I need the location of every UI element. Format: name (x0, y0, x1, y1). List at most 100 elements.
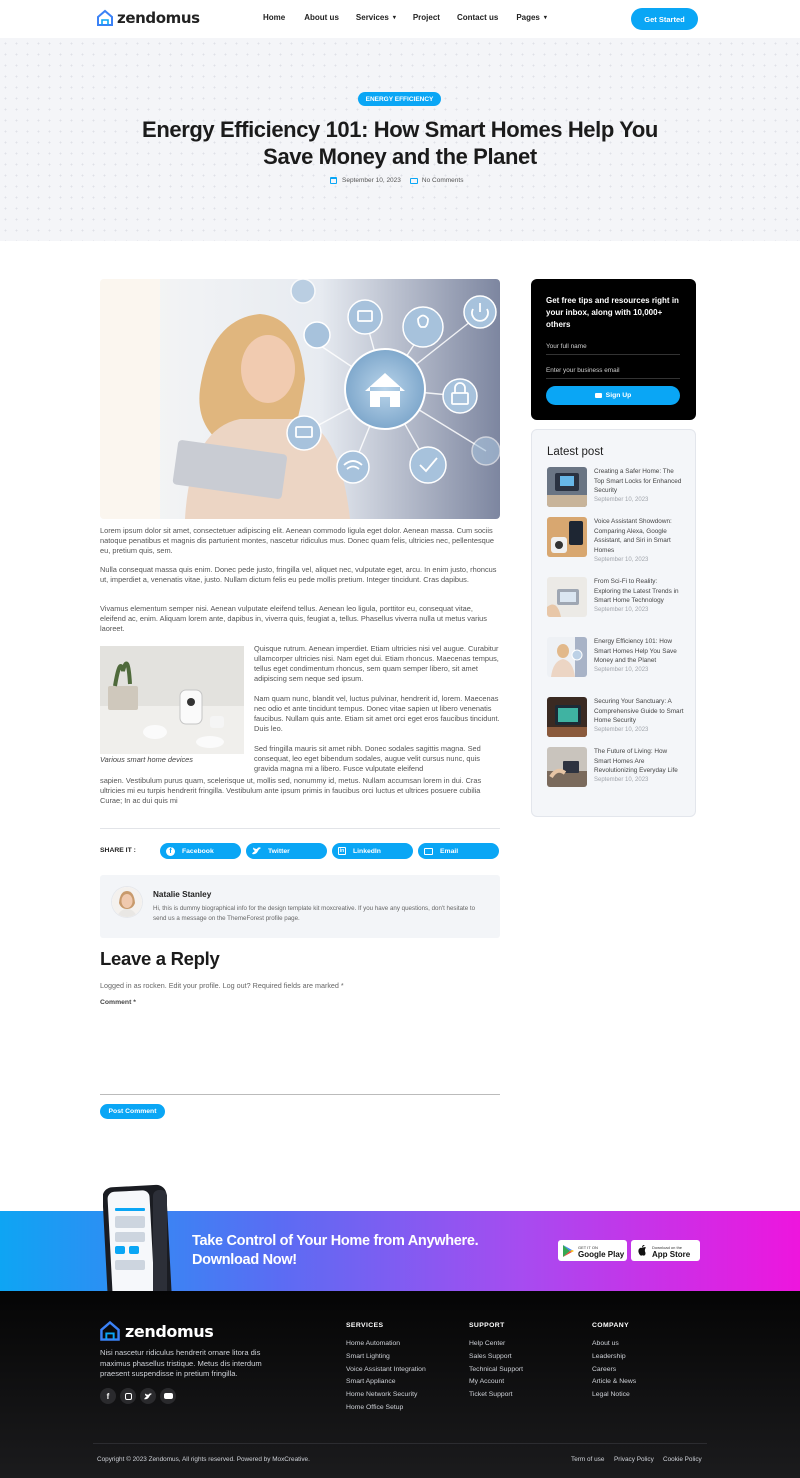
calendar-icon (330, 177, 337, 184)
footer-link[interactable]: Technical Support (469, 1366, 523, 1373)
footer-link[interactable]: Smart Lighting (346, 1353, 390, 1360)
nav-about[interactable]: About us (304, 13, 339, 22)
share-facebook-button[interactable]: f Facebook (160, 843, 241, 859)
footer-link[interactable]: Voice Assistant Integration (346, 1366, 426, 1373)
chevron-down-icon: ▾ (392, 15, 396, 21)
twitter-social-button[interactable] (140, 1388, 156, 1404)
nav-contact[interactable]: Contact us (457, 13, 498, 22)
copyright: Copyright © 2023 Zendomus, All rights re… (97, 1456, 310, 1463)
get-started-button[interactable]: Get Started (631, 8, 698, 30)
footer-description: Nisi nascetur ridiculus hendrerit ornare… (100, 1348, 262, 1378)
newsletter-box: Get free tips and resources right in you… (531, 279, 696, 420)
footer-link[interactable]: Home Automation (346, 1340, 400, 1347)
footer-link[interactable]: Help Center (469, 1340, 505, 1347)
smart-home-illustration (100, 279, 500, 519)
logged-in-text: Logged in as rocken. Edit your profile. … (100, 981, 344, 990)
footer-link[interactable]: Sales Support (469, 1353, 512, 1360)
footer-link[interactable]: Careers (592, 1366, 616, 1373)
post-title-line2: Save Money and the Planet (263, 144, 537, 169)
youtube-icon (163, 1393, 173, 1399)
latest-post-date: September 10, 2023 (594, 556, 649, 563)
full-name-input[interactable] (546, 339, 680, 355)
google-play-big: Google Play (578, 1249, 625, 1259)
cookie-link[interactable]: Cookie Policy (663, 1456, 702, 1463)
facebook-social-button[interactable]: f (100, 1388, 116, 1404)
footer-link[interactable]: Home Office Setup (346, 1404, 403, 1411)
logo[interactable]: zendomus (96, 9, 200, 27)
inline-image (100, 646, 244, 754)
share-twitter-label: Twitter (268, 847, 290, 855)
footer-link[interactable]: Leadership (592, 1353, 626, 1360)
latest-post-item[interactable]: Securing Your Sanctuary: A Comprehensive… (547, 697, 687, 739)
post-thumbnail (547, 577, 587, 617)
post-title: Securing Your Sanctuary: A Comprehensive… (594, 697, 684, 735)
article-paragraph: Sed fringilla mauris sit amet nibh. Done… (254, 744, 481, 773)
post-thumbnail-image (547, 517, 587, 557)
post-thumbnail (547, 517, 587, 557)
footer-link[interactable]: My Account (469, 1378, 504, 1385)
terms-link[interactable]: Term of use (571, 1456, 604, 1463)
nav-project[interactable]: Project (413, 13, 440, 22)
latest-post-item[interactable]: Energy Efficiency 101: How Smart Homes H… (547, 637, 687, 679)
post-thumbnail-image (547, 637, 587, 677)
post-thumbnail (547, 747, 587, 787)
latest-title: Latest post (547, 446, 604, 458)
latest-post-title: Securing Your Sanctuary: A Comprehensive… (594, 698, 684, 725)
author-name: Natalie Stanley (153, 890, 212, 899)
email-icon (424, 847, 433, 855)
footer-link[interactable]: Smart Appliance (346, 1378, 396, 1385)
footer-link[interactable]: Article & News (592, 1378, 636, 1385)
smart-devices-photo (100, 646, 244, 754)
instagram-social-button[interactable] (120, 1388, 136, 1404)
article-paragraph: Quisque rutrum. Aenean imperdiet. Etiam … (254, 644, 499, 683)
article-paragraph: sapien. Vestibulum purus quam, scelerisq… (100, 776, 482, 805)
footer-link[interactable]: About us (592, 1340, 619, 1347)
post-title: Energy Efficiency 101: How Smart Homes H… (594, 637, 684, 675)
nav-services[interactable]: Services ▾ (356, 13, 396, 22)
post-comment-button[interactable]: Post Comment (100, 1104, 165, 1119)
author-avatar (112, 887, 142, 917)
share-linkedin-button[interactable]: in LinkedIn (332, 843, 413, 859)
reply-title: Leave a Reply (100, 948, 220, 969)
divider (100, 828, 500, 829)
category-badge[interactable]: ENERGY EFFICIENCY (358, 92, 441, 106)
footer-link[interactable]: Ticket Support (469, 1391, 513, 1398)
footer-logo[interactable]: zendomus (99, 1320, 214, 1342)
nav-pages[interactable]: Pages ▾ (516, 13, 547, 22)
comment-icon (409, 177, 418, 184)
phone-image (103, 1184, 173, 1291)
google-play-button[interactable]: GET IT ON Google Play (558, 1240, 627, 1261)
latest-post-item[interactable]: From Sci-Fi to Reality: Exploring the La… (547, 577, 687, 619)
share-twitter-button[interactable]: Twitter (246, 843, 327, 859)
twitter-icon (252, 847, 261, 855)
comments-link[interactable]: No Comments (422, 177, 464, 184)
house-logo-icon (100, 1320, 120, 1341)
comment-textarea[interactable] (100, 1011, 500, 1095)
post-title: Voice Assistant Showdown: Comparing Alex… (594, 517, 684, 565)
article-paragraph: Lorem ipsum dolor sit amet, consectetuer… (100, 526, 494, 555)
post-thumbnail-image (547, 747, 587, 787)
app-store-button[interactable]: Download on the App Store (631, 1240, 700, 1261)
post-thumbnail (547, 637, 587, 677)
google-play-icon (563, 1244, 574, 1257)
privacy-link[interactable]: Privacy Policy (614, 1456, 654, 1463)
post-title: From Sci-Fi to Reality: Exploring the La… (594, 577, 684, 615)
instagram-icon (124, 1392, 132, 1400)
youtube-social-button[interactable] (160, 1388, 176, 1404)
sign-up-button[interactable]: Sign Up (546, 386, 680, 405)
footer-link[interactable]: Home Network Security (346, 1391, 417, 1398)
share-email-button[interactable]: Email (418, 843, 499, 859)
logo-text: zendomus (117, 9, 200, 27)
latest-post-date: September 10, 2023 (594, 607, 649, 614)
latest-post-item[interactable]: Creating a Safer Home: The Top Smart Loc… (547, 467, 687, 509)
latest-post-item[interactable]: The Future of Living: How Smart Homes Ar… (547, 747, 687, 789)
share-label: SHARE IT : (100, 847, 136, 854)
latest-post-item[interactable]: Voice Assistant Showdown: Comparing Alex… (547, 517, 687, 563)
business-email-input[interactable] (546, 363, 680, 379)
footer-link[interactable]: Legal Notice (592, 1391, 630, 1398)
post-title: Creating a Safer Home: The Top Smart Loc… (594, 467, 684, 505)
footer-col-title-company: COMPANY (592, 1322, 630, 1329)
nav-home[interactable]: Home (263, 13, 285, 22)
footer-divider (93, 1443, 707, 1444)
banner-heading: Take Control of Your Home from Anywhere.… (192, 1232, 479, 1270)
